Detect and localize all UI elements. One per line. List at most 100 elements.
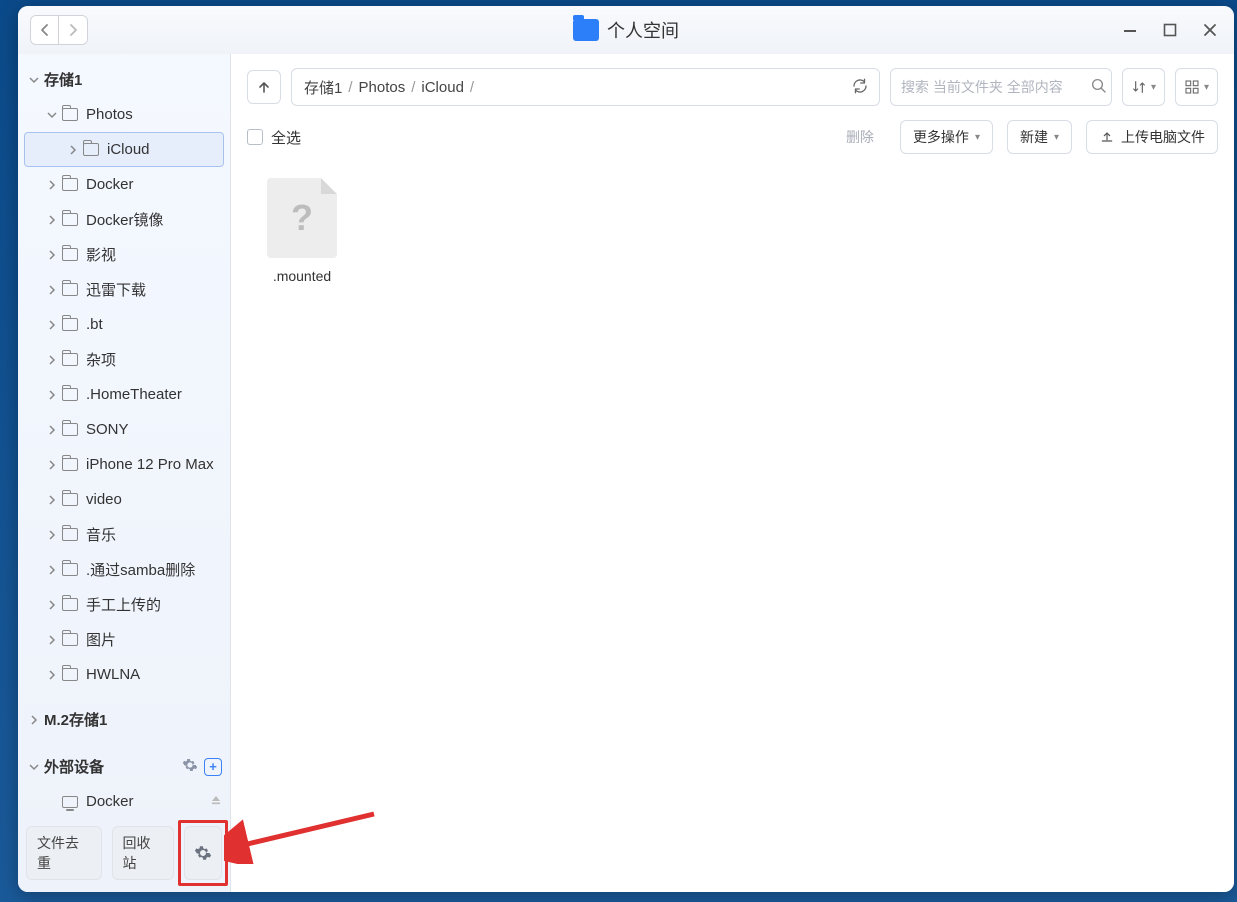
sidebar-item[interactable]: .bt	[18, 307, 230, 342]
nav-forward-button[interactable]	[59, 16, 87, 44]
button-label: 上传电脑文件	[1121, 127, 1205, 147]
nav-back-button[interactable]	[31, 16, 59, 44]
eject-icon[interactable]	[210, 794, 222, 809]
sidebar-item-label: video	[86, 491, 122, 508]
chevron-right-icon	[46, 495, 58, 505]
sidebar-item-label: 外部设备	[44, 756, 104, 777]
sort-button[interactable]: ▾	[1122, 68, 1165, 106]
sidebar-item[interactable]: 音乐	[18, 517, 230, 552]
search-box[interactable]	[890, 68, 1112, 106]
sidebar-footer: 文件去重 回收站	[18, 816, 230, 892]
sidebar-item-label: 杂项	[86, 349, 116, 370]
add-device-button[interactable]: +	[204, 758, 222, 776]
sidebar-item[interactable]: iPhone 12 Pro Max	[18, 447, 230, 482]
breadcrumb-segment[interactable]: 存储1	[302, 77, 344, 98]
sidebar-item-label: HWLNA	[86, 666, 140, 683]
folder-icon	[62, 108, 78, 121]
sidebar-item-label: .通过samba删除	[86, 559, 195, 580]
file-name: .mounted	[247, 268, 357, 284]
sidebar-item[interactable]: HWLNA	[18, 657, 230, 692]
sidebar-ext-docker[interactable]: · Docker	[18, 784, 230, 816]
sidebar-item[interactable]: 迅雷下载	[18, 272, 230, 307]
chevron-right-icon	[46, 670, 58, 680]
sidebar-item-label: .bt	[86, 316, 103, 333]
sidebar-item-label: Docker	[86, 793, 134, 810]
sidebar-item-icloud[interactable]: iCloud	[24, 132, 224, 167]
sidebar-external-devices[interactable]: 外部设备 +	[18, 749, 230, 784]
sidebar: 存储1 Photos iCloud Docker Docker镜像	[18, 54, 231, 892]
sidebar-item-label: 迅雷下载	[86, 279, 146, 300]
gear-icon[interactable]	[182, 757, 198, 777]
chevron-down-icon	[46, 110, 58, 120]
sidebar-item[interactable]: 杂项	[18, 342, 230, 377]
breadcrumb-separator: /	[466, 79, 478, 96]
sidebar-item-label: .HomeTheater	[86, 386, 182, 403]
minimize-button[interactable]	[1118, 18, 1142, 42]
folder-icon	[62, 493, 78, 506]
sidebar-item-label: iPhone 12 Pro Max	[86, 456, 214, 473]
main-content: 存储1/Photos/iCloud/ ▾ ▾	[231, 54, 1234, 892]
chevron-down-icon	[28, 75, 40, 85]
upload-button[interactable]: 上传电脑文件	[1086, 120, 1218, 154]
breadcrumb[interactable]: 存储1/Photos/iCloud/	[291, 68, 880, 106]
button-label: 回收站	[123, 833, 163, 873]
button-label: 文件去重	[37, 833, 91, 873]
delete-button[interactable]: 删除	[834, 120, 886, 154]
chevron-right-icon	[46, 250, 58, 260]
sidebar-item-photos[interactable]: Photos	[18, 97, 230, 132]
chevron-right-icon	[46, 530, 58, 540]
maximize-button[interactable]	[1158, 18, 1182, 42]
select-all-checkbox[interactable]: 全选	[247, 127, 301, 148]
breadcrumb-separator: /	[344, 79, 356, 96]
sidebar-item[interactable]: SONY	[18, 412, 230, 447]
dedupe-button[interactable]: 文件去重	[26, 826, 102, 880]
refresh-button[interactable]	[851, 77, 869, 98]
sidebar-item-label: Photos	[86, 106, 133, 123]
chevron-right-icon	[46, 425, 58, 435]
folder-icon	[62, 598, 78, 611]
button-label: 新建	[1020, 127, 1048, 147]
folder-icon	[62, 353, 78, 366]
close-button[interactable]	[1198, 18, 1222, 42]
breadcrumb-segment[interactable]: Photos	[357, 79, 408, 96]
folder-icon	[62, 318, 78, 331]
more-actions-button[interactable]: 更多操作 ▾	[900, 120, 993, 154]
search-input[interactable]	[901, 79, 1082, 95]
sidebar-item[interactable]: 影视	[18, 237, 230, 272]
sidebar-item-label: iCloud	[107, 141, 150, 158]
sidebar-item[interactable]: .HomeTheater	[18, 377, 230, 412]
sidebar-item[interactable]: Docker镜像	[18, 202, 230, 237]
chevron-right-icon	[46, 600, 58, 610]
new-button[interactable]: 新建 ▾	[1007, 120, 1072, 154]
sidebar-item-label: M.2存储1	[44, 709, 107, 730]
sidebar-item[interactable]: video	[18, 482, 230, 517]
sidebar-item-label: Docker	[86, 176, 134, 193]
folder-icon	[62, 423, 78, 436]
up-button[interactable]	[247, 70, 281, 104]
titlebar: 个人空间	[18, 6, 1234, 54]
chevron-down-icon: ▾	[1204, 82, 1209, 93]
chevron-right-icon	[46, 565, 58, 575]
file-grid: ? .mounted	[247, 154, 1218, 892]
sidebar-item-label: 音乐	[86, 524, 116, 545]
sidebar-item[interactable]: .通过samba删除	[18, 552, 230, 587]
sidebar-item[interactable]: Docker	[18, 167, 230, 202]
sidebar-m2-storage[interactable]: M.2存储1	[18, 702, 230, 737]
sidebar-item-label: 手工上传的	[86, 594, 161, 615]
trash-button[interactable]: 回收站	[112, 826, 174, 880]
sidebar-item[interactable]: 图片	[18, 622, 230, 657]
grid-icon	[1184, 79, 1200, 95]
settings-button[interactable]	[184, 826, 222, 880]
sidebar-item-label: Docker镜像	[86, 209, 164, 230]
folder-icon	[62, 458, 78, 471]
view-mode-button[interactable]: ▾	[1175, 68, 1218, 106]
sidebar-storage-root[interactable]: 存储1	[18, 62, 230, 97]
gear-icon	[194, 844, 212, 862]
file-item[interactable]: ? .mounted	[247, 178, 357, 284]
folder-icon	[62, 668, 78, 681]
sidebar-item[interactable]: 手工上传的	[18, 587, 230, 622]
chevron-right-icon	[46, 460, 58, 470]
chevron-right-icon	[46, 355, 58, 365]
breadcrumb-segment[interactable]: iCloud	[419, 79, 466, 96]
unknown-file-icon: ?	[267, 178, 337, 258]
